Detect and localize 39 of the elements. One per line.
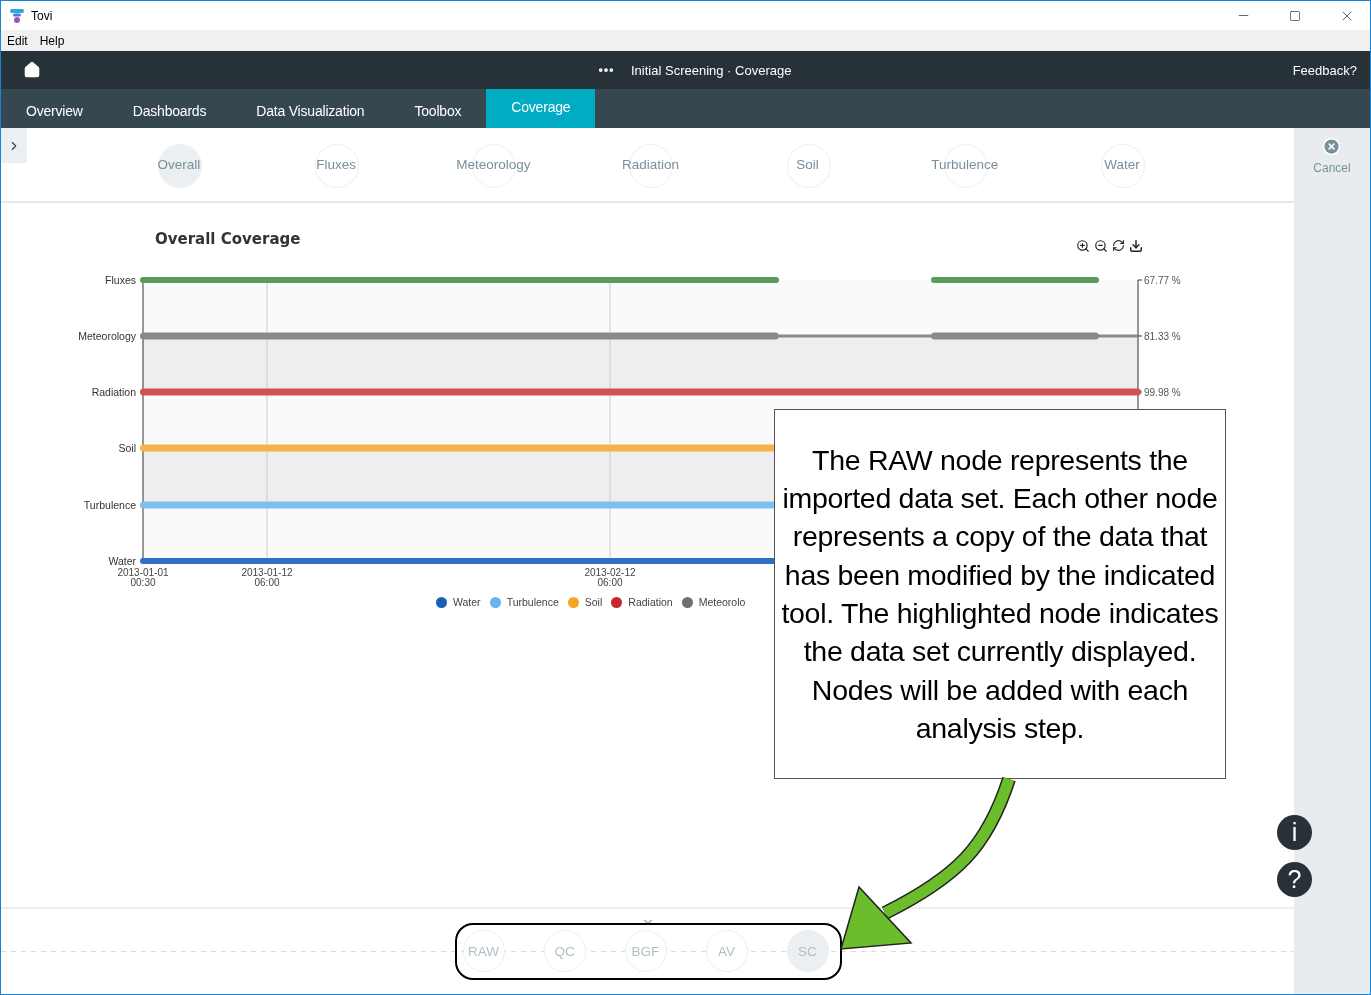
category-button[interactable]: Soil bbox=[759, 143, 856, 186]
menu-item[interactable]: Edit bbox=[7, 33, 28, 48]
menu-item[interactable]: Help bbox=[39, 33, 65, 48]
axis-label: Fluxes bbox=[105, 274, 136, 286]
axis-label: Soil bbox=[118, 442, 136, 454]
close-circle-icon bbox=[1322, 137, 1342, 156]
category-button[interactable]: Meteorology bbox=[445, 143, 542, 186]
legend-label[interactable]: Water bbox=[453, 596, 481, 608]
download-icon[interactable] bbox=[1129, 239, 1143, 253]
zoom-in-icon[interactable] bbox=[1076, 239, 1090, 253]
axis-label: Meteorology bbox=[78, 330, 136, 342]
zoom-out-icon[interactable] bbox=[1094, 239, 1108, 253]
chart-title: Overall Coverage bbox=[155, 230, 302, 248]
callout-text: The RAW node represents the imported data set. Each other node represents a copy of the data that has been modified by the indicated tool. The highlighted node indicates the data set currently displayed. Nodes will be added with each analysis step. bbox=[780, 442, 1220, 746]
project-title: Initial Screening · Coverage bbox=[631, 62, 792, 78]
coverage-percent: 67.77 % bbox=[1144, 275, 1181, 286]
category-button[interactable]: Radiation bbox=[602, 143, 699, 186]
nav-tab[interactable]: Toolbox bbox=[389, 89, 487, 128]
axis-label: 2013-01-01 00:30 bbox=[117, 567, 169, 588]
nav-tab[interactable]: Data Visualization bbox=[231, 89, 390, 128]
nav-tab[interactable]: Dashboards bbox=[107, 89, 232, 128]
coverage-percent: 99.98 % bbox=[1144, 387, 1181, 398]
legend-label[interactable]: Meteorolo bbox=[698, 596, 746, 608]
axis-label: 2013-02-12 06:00 bbox=[584, 567, 636, 588]
window-title: Tovi bbox=[31, 8, 54, 23]
axis-label: Water bbox=[108, 555, 136, 567]
axis-label: Turbulence bbox=[83, 499, 136, 511]
axis-label: Radiation bbox=[91, 386, 136, 398]
app-logo-icon bbox=[9, 7, 25, 24]
nav-tab[interactable]: Overview bbox=[1, 89, 108, 128]
coverage-percent: 81.33 % bbox=[1144, 331, 1181, 342]
feedback-link[interactable]: Feedback? bbox=[1292, 62, 1357, 78]
axis-label: 2013-01-12 06:00 bbox=[241, 567, 293, 588]
refresh-icon[interactable] bbox=[1112, 239, 1125, 253]
home-icon[interactable] bbox=[23, 61, 41, 79]
legend-label[interactable]: Soil bbox=[584, 596, 603, 608]
legend-label[interactable]: Radiation bbox=[628, 596, 673, 608]
legend-label[interactable]: Turbulence bbox=[506, 596, 559, 608]
maximize-icon[interactable] bbox=[1289, 9, 1301, 22]
